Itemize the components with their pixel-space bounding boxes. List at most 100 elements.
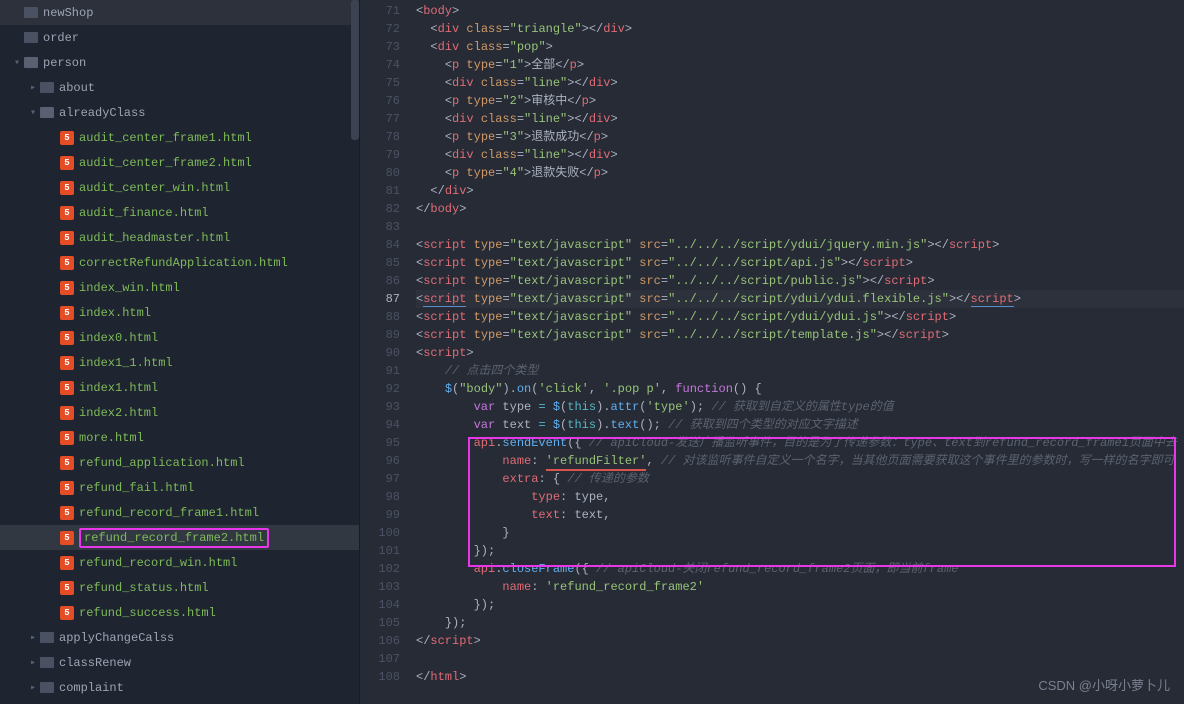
html-icon: 5 [60,381,74,395]
code-line: <script> [416,344,1184,362]
line-number: 74 [360,56,400,74]
tree-item-refund-fail-html[interactable]: 5 refund_fail.html [0,475,359,500]
tree-item-index-win-html[interactable]: 5 index_win.html [0,275,359,300]
code-line: <p type="2">审核中</p> [416,92,1184,110]
tree-item-about[interactable]: ▸about [0,75,359,100]
code-line: <script type="text/javascript" src="../.… [416,326,1184,344]
tree-label: order [43,31,79,45]
tree-item-audit-center-frame1-html[interactable]: 5audit_center_frame1.html [0,125,359,150]
file-tree-sidebar[interactable]: newShoporder▾person▸about▾alreadyClass5a… [0,0,360,704]
tree-label: applyChangeCalss [59,631,174,645]
tree-item-index1-1-html[interactable]: 5 index1_1.html [0,350,359,375]
tree-item-index0-html[interactable]: 5index0.html [0,325,359,350]
code-line: <script type="text/javascript" src="../.… [416,236,1184,254]
chevron-icon: ▸ [28,682,38,694]
code-line: <div class="line"></div> [416,110,1184,128]
tree-item-refund-record-frame1-html[interactable]: 5refund_record_frame1.html [0,500,359,525]
line-number: 73 [360,38,400,56]
line-number: 91 [360,362,400,380]
tree-item-refund-status-html[interactable]: 5 refund_status.html [0,575,359,600]
html-icon: 5 [60,156,74,170]
html-icon: 5 [60,531,74,545]
tree-item-complaint[interactable]: ▸complaint [0,675,359,700]
tree-label: refund_fail.html [79,481,194,495]
code-line: </body> [416,200,1184,218]
line-number: 90 [360,344,400,362]
line-number: 89 [360,326,400,344]
watermark: CSDN @小呀小萝卜儿 [1038,675,1170,694]
html-icon: 5 [60,581,74,595]
chevron-icon: ▸ [28,632,38,644]
tree-item-correctRefundApplication-html[interactable]: 5correctRefundApplication.html [0,250,359,275]
tree-item-alreadyClass[interactable]: ▾alreadyClass [0,100,359,125]
folder-icon [24,7,38,18]
tree-item-order[interactable]: order [0,25,359,50]
tree-label: audit_center_frame2.html [79,156,252,170]
code-line: </div> [416,182,1184,200]
tree-item-refund-success-html[interactable]: 5refund_success.html [0,600,359,625]
code-line: <script type="text/javascript" src="../.… [416,308,1184,326]
line-number: 79 [360,146,400,164]
code-line: <div class="pop"> [416,38,1184,56]
tree-item-audit-center-win-html[interactable]: 5audit_center_win.html [0,175,359,200]
tree-label: index.html [79,306,151,320]
folder-icon [40,682,54,693]
folder-icon [40,632,54,643]
html-icon: 5 [60,281,74,295]
tree-item-applyChangeCalss[interactable]: ▸ applyChangeCalss [0,625,359,650]
html-icon: 5 [60,481,74,495]
line-number: 85 [360,254,400,272]
tree-item-refund-application-html[interactable]: 5refund_application.html [0,450,359,475]
chevron-icon: ▸ [28,657,38,669]
tree-item-audit-finance-html[interactable]: 5audit_finance.html [0,200,359,225]
line-number: 77 [360,110,400,128]
folder-open-icon [40,107,54,118]
line-number: 97 [360,470,400,488]
tree-item-more-html[interactable]: 5more.html [0,425,359,450]
tree-item-audit-headmaster-html[interactable]: 5audit_headmaster.html [0,225,359,250]
html-icon: 5 [60,181,74,195]
html-icon: 5 [60,206,74,220]
code-area[interactable]: <body> <div class="triangle"></div> <div… [410,0,1184,704]
tree-item-refund-record-frame2-html[interactable]: 5refund_record_frame2.html [0,525,359,550]
tree-label: index0.html [79,331,158,345]
code-line: <script type="text/javascript" src="../.… [416,254,1184,272]
tree-label: person [43,56,86,70]
tree-label: index1_1.html [79,356,173,370]
line-number: 101 [360,542,400,560]
line-number: 96 [360,452,400,470]
tree-label: classRenew [59,656,131,670]
tree-item-refund-record-win-html[interactable]: 5refund_record_win.html [0,550,359,575]
tree-label: refund_status.html [79,581,209,595]
code-line: </script> [416,632,1184,650]
line-number: 72 [360,20,400,38]
tree-label: index_win.html [79,281,180,295]
tree-label: newShop [43,6,93,20]
tree-label: refund_record_frame1.html [79,506,259,520]
tree-item-index-html[interactable]: 5index.html [0,300,359,325]
line-number: 86 [360,272,400,290]
code-line: var type = $(this).attr('type'); // 获取到自… [416,398,1184,416]
line-number: 83 [360,218,400,236]
tree-label: refund_success.html [79,606,216,620]
tree-item-person[interactable]: ▾person [0,50,359,75]
folder-icon [40,657,54,668]
tree-label: about [59,81,95,95]
line-number: 84 [360,236,400,254]
code-line: name: 'refund_record_frame2' [416,578,1184,596]
line-number: 100 [360,524,400,542]
line-number: 106 [360,632,400,650]
html-icon: 5 [60,356,74,370]
tree-item-index1-html[interactable]: 5 index1.html [0,375,359,400]
tree-item-audit-center-frame2-html[interactable]: 5 audit_center_frame2.html [0,150,359,175]
tree-item-newShop[interactable]: newShop [0,0,359,25]
code-line: <p type="1">全部</p> [416,56,1184,74]
html-icon: 5 [60,406,74,420]
tree-item-index2-html[interactable]: 5index2.html [0,400,359,425]
line-number: 76 [360,92,400,110]
code-editor[interactable]: 7172737475767778798081828384858687888990… [360,0,1184,704]
code-line: <div class="triangle"></div> [416,20,1184,38]
tree-label: index1.html [79,381,158,395]
scrollbar-thumb[interactable] [351,0,359,140]
tree-item-classRenew[interactable]: ▸ classRenew [0,650,359,675]
